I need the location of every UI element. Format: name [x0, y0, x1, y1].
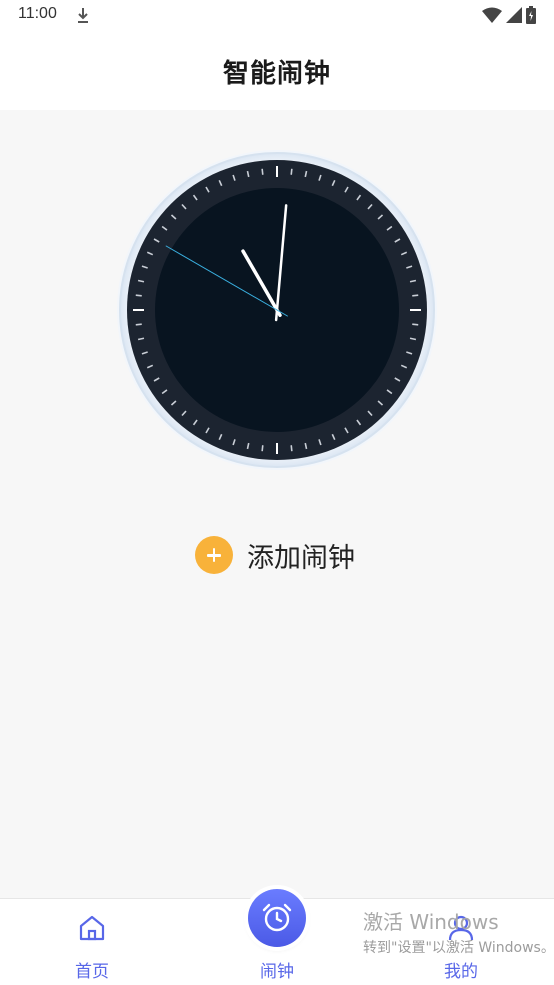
clock-minor-tick	[412, 294, 419, 297]
analog-clock	[117, 150, 437, 470]
download-icon	[78, 8, 88, 23]
nav-item-mine[interactable]: 我的	[401, 899, 521, 985]
battery-icon	[526, 6, 536, 24]
status-bar: 11:00	[0, 0, 554, 32]
add-alarm-button[interactable]: 添加闹钟	[195, 535, 355, 575]
nav-label-mine: 我的	[444, 962, 478, 982]
wifi-icon	[482, 7, 502, 23]
clock-minor-tick	[290, 168, 293, 175]
clock-minor-tick	[135, 323, 142, 326]
nav-label-alarm: 闹钟	[260, 962, 294, 982]
clock-face	[117, 150, 437, 470]
bottom-nav: 首页 闹钟 我的	[0, 889, 554, 985]
alarm-clock-icon	[262, 903, 292, 932]
page-title: 智能闹钟	[222, 58, 331, 89]
signal-icon	[506, 7, 522, 23]
clock-minor-tick	[261, 445, 264, 452]
nav-item-home[interactable]: 首页	[32, 899, 152, 985]
nav-item-alarm[interactable]: 闹钟	[217, 889, 337, 985]
clock-minor-tick	[412, 323, 419, 326]
plus-icon	[195, 536, 233, 574]
status-icons	[482, 6, 536, 24]
clock-minor-tick	[290, 445, 293, 452]
clock-minor-tick	[261, 168, 264, 175]
add-alarm-label: 添加闹钟	[247, 542, 355, 574]
app-header: 智能闹钟	[0, 32, 554, 110]
status-time: 11:00	[18, 5, 57, 22]
home-icon	[79, 915, 105, 941]
person-icon	[448, 915, 474, 941]
alarm-nav-button[interactable]	[248, 889, 306, 947]
nav-label-home: 首页	[75, 962, 109, 982]
clock-minor-tick	[135, 294, 142, 297]
